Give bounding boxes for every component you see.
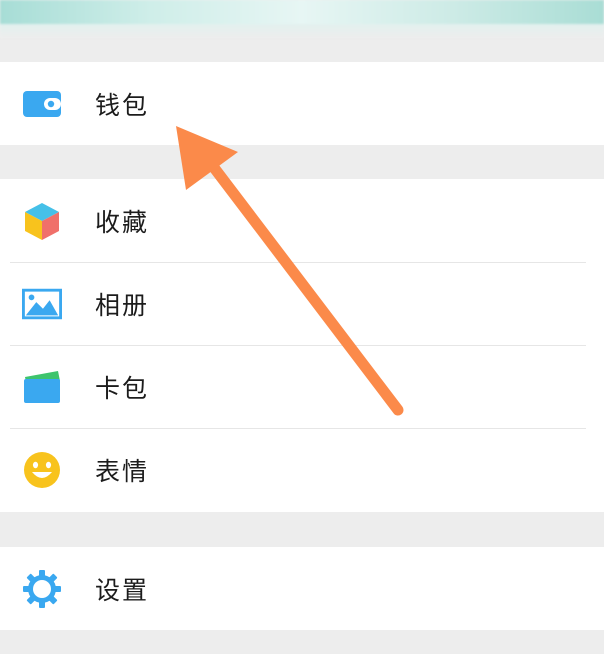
menu-item-label: 钱包 [95,90,150,120]
menu-item-label: 相册 [95,290,150,320]
menu-item-album[interactable]: 相册 [0,262,604,345]
picture-icon [22,284,62,324]
card-icon [22,367,62,407]
menu-group-main: 收藏 相册 卡包 表情 [0,179,604,512]
wallet-icon [22,84,62,124]
menu-item-label: 卡包 [95,373,150,403]
menu-group-wallet: 钱包 [0,62,604,145]
menu-item-wallet[interactable]: 钱包 [0,62,604,145]
menu-item-cards[interactable]: 卡包 [0,345,604,428]
menu-item-label: 设置 [95,575,150,605]
menu-item-favorites[interactable]: 收藏 [0,179,604,262]
menu-group-settings: 设置 [0,547,604,630]
gear-icon [22,569,62,609]
menu-item-stickers[interactable]: 表情 [0,428,604,511]
cube-icon [22,201,62,241]
menu-item-settings[interactable]: 设置 [0,547,604,630]
menu-item-label: 表情 [95,456,150,486]
top-bar [0,0,604,38]
menu-item-label: 收藏 [95,207,150,237]
smiley-icon [22,450,62,490]
